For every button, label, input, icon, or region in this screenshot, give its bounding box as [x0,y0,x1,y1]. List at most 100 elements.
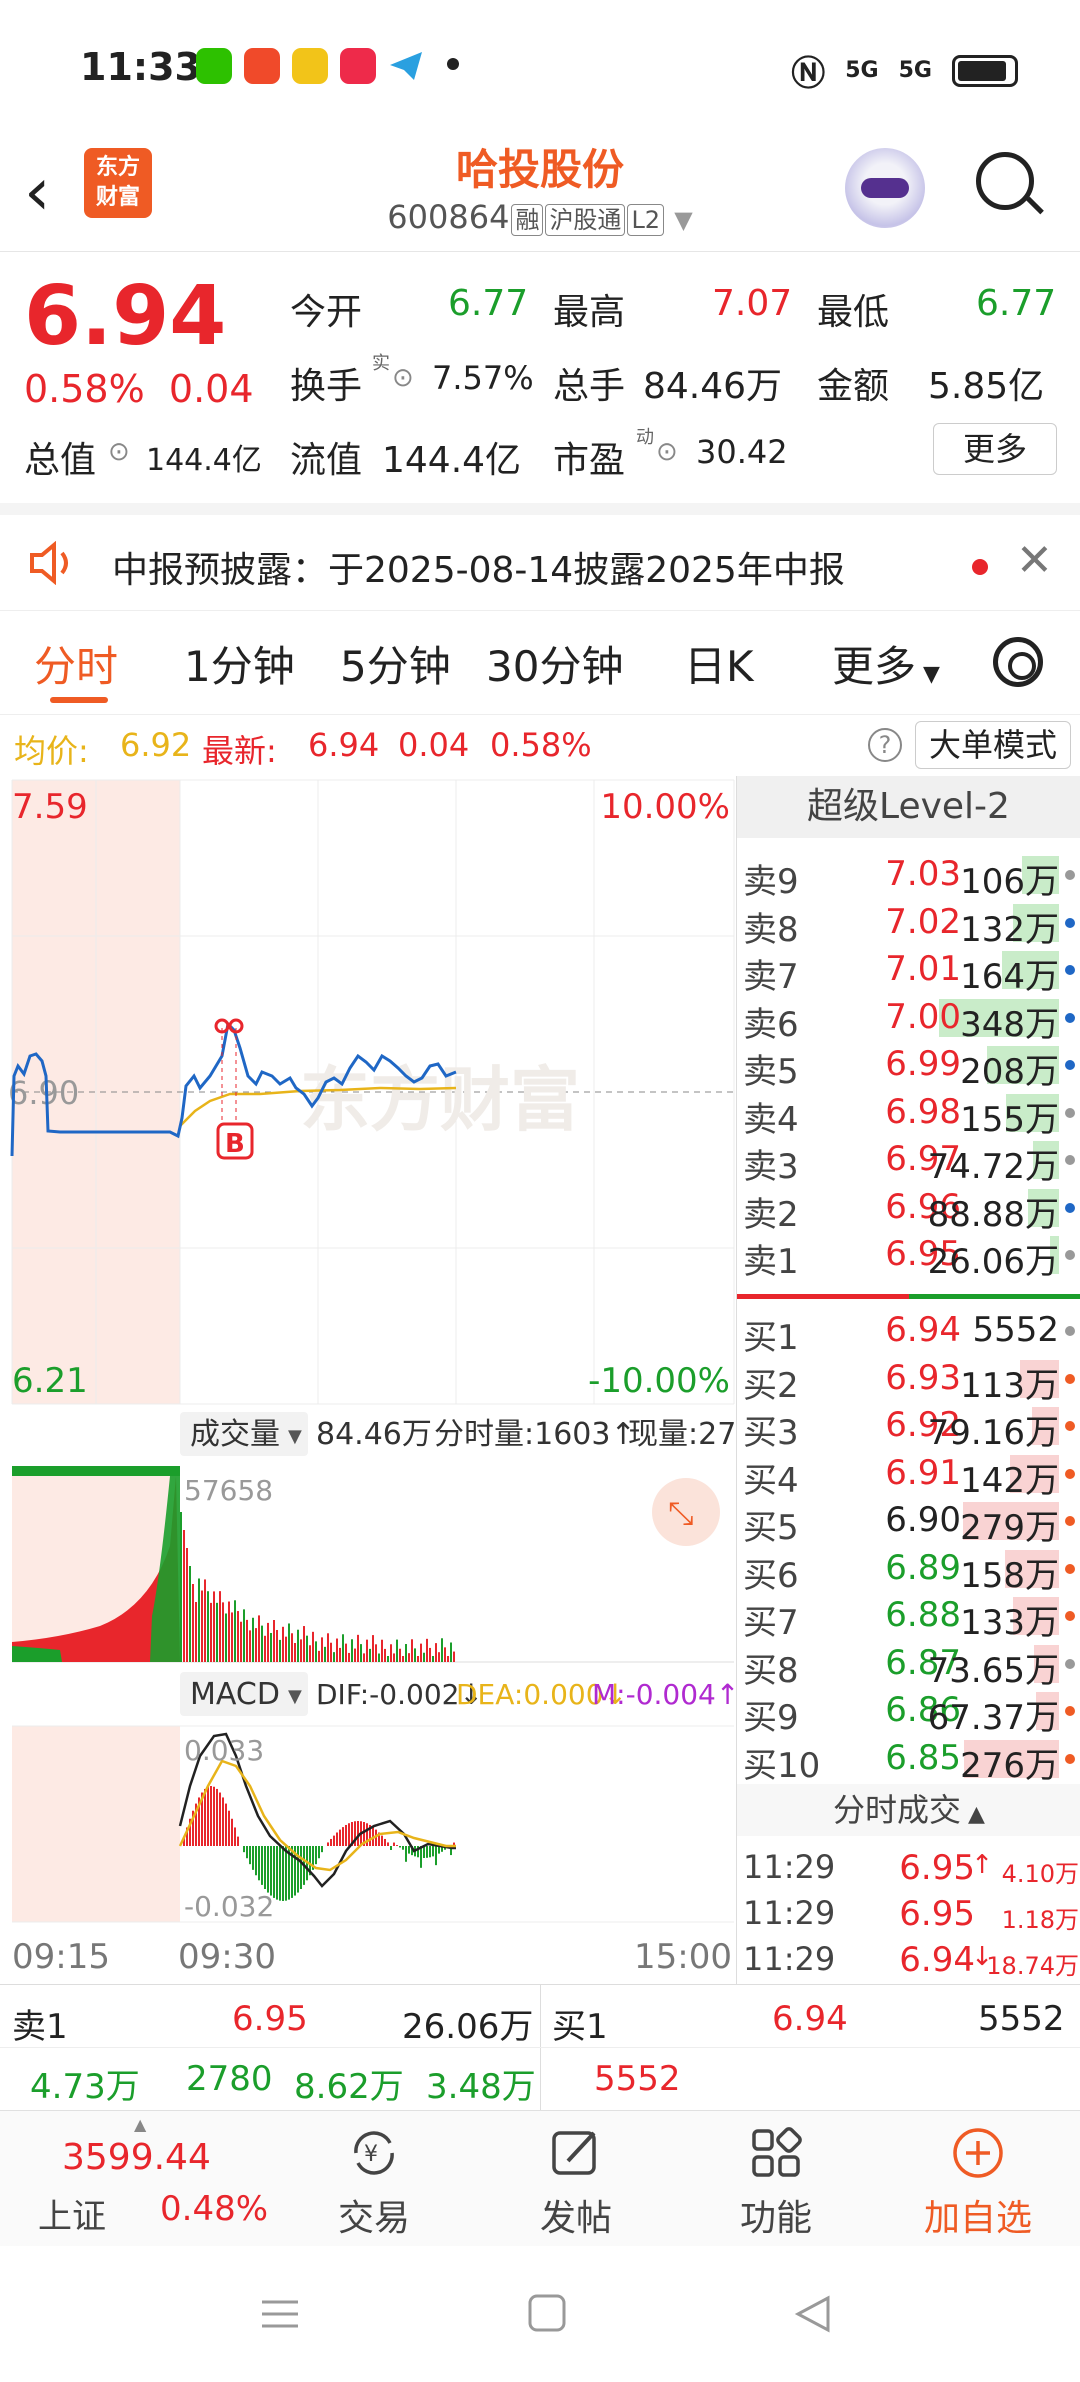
buy-level-price: 6.89 [885,1547,961,1588]
info-icon[interactable]: ⊙ [656,437,678,467]
index-ticker[interactable]: ▲ 3599.44 上证 0.48% [28,2111,268,2247]
help-icon[interactable]: ? [868,728,902,762]
assistant-robot-icon[interactable] [845,148,925,228]
macd-bar [318,1846,320,1859]
last-price: 6.94 [24,269,227,364]
sell-level-row[interactable]: 卖5 6.99 208万 [737,1040,1080,1092]
order-flag-dot [1065,1468,1075,1479]
buy-level-label: 买1 [743,1318,799,1358]
sell-level-row[interactable]: 卖6 7.00 348万 [737,993,1080,1045]
search-icon[interactable] [976,152,1034,210]
menu-nav-icon[interactable] [262,2300,298,2328]
macd-bar [333,1835,335,1846]
macd-bar [384,1838,386,1846]
order-flag-dot [1065,1250,1075,1260]
buy-level-row[interactable]: 买9 6.86 67.37万 [737,1686,1080,1738]
tick-volume: 1.18万 [1001,1906,1079,1934]
volume-bar [201,1590,203,1662]
volume-bars [180,1512,455,1662]
macd-bar [258,1846,260,1881]
buy-level-row[interactable]: 买10 6.85 276万 [737,1734,1080,1786]
home-nav-icon[interactable] [528,2294,566,2332]
volume-bar [261,1625,263,1662]
tab-intraday[interactable]: 分时 [34,633,118,694]
buy-level-row[interactable]: 买5 6.90 279万 [737,1496,1080,1548]
macd-bar [336,1832,338,1846]
macd-bar [381,1835,383,1846]
tab-daily-k[interactable]: 日K [684,633,754,694]
volume-bar [423,1652,425,1662]
add-watchlist-button[interactable]: 加自选 [878,2111,1078,2247]
sell-level-price: 7.03 [885,854,961,894]
latest-change: 0.04 [398,726,470,764]
sell-level-row[interactable]: 卖9 7.03 106万 [737,850,1080,902]
sell-level-volume: 348万 [960,1004,1059,1045]
volume-bar [339,1647,341,1662]
intraday-chart[interactable]: 东方财富 7.59 6.21 6.90 10.00% -10.00% B 成交量… [0,776,755,1984]
volume-bar [237,1611,239,1662]
buy-level-row[interactable]: 买2 6.93 113万 [737,1354,1080,1406]
back-nav-icon[interactable] [794,2295,830,2333]
telegram-icon [388,48,424,84]
sell-level-row[interactable]: 卖7 7.01 164万 [737,945,1080,997]
sell-level-row[interactable]: 卖8 7.02 132万 [737,898,1080,950]
buy-level-row[interactable]: 买8 6.87 73.65万 [737,1639,1080,1691]
big-order-mode-button[interactable]: 大单模式 [915,721,1071,769]
volume-bar [411,1639,413,1662]
volume-total: 84.46万 [316,1417,432,1452]
trade-tick-row: 11:29 6.95 ↑ 4.10万 [737,1844,1080,1892]
volume-bar [297,1629,299,1662]
tab-5min[interactable]: 5分钟 [340,633,451,694]
info-icon[interactable]: ⊙ [392,363,414,393]
buy-level-row[interactable]: 买3 6.92 79.16万 [737,1401,1080,1453]
macd-bar [396,1845,398,1846]
close-icon[interactable]: ✕ [1016,535,1053,586]
sell-level-row[interactable]: 卖3 6.97 74.72万 [737,1135,1080,1187]
sell-level-price: 7.02 [885,901,961,942]
trade-button[interactable]: ¥ 交易 [274,2111,474,2247]
features-button[interactable]: 功能 [676,2111,876,2247]
more-button[interactable]: 更多 [933,423,1057,475]
macd-bar [393,1842,395,1846]
buy-level-row[interactable]: 买1 6.94 5552 [737,1306,1080,1358]
info-icon[interactable]: ⊙ [108,437,130,467]
buy-level-volume: 67.37万 [927,1698,1059,1738]
announcement-bar[interactable]: 中报预披露：于2025-08-14披露2025年中报 ✕ [0,503,1080,611]
sell-level-row[interactable]: 卖4 6.98 155万 [737,1088,1080,1140]
volume-bar [348,1652,350,1662]
avg-value: 6.92 [120,726,192,764]
order-flag-dot [1065,1107,1075,1118]
sell-level-row[interactable]: 卖1 6.95 26.06万 [737,1230,1080,1282]
buy-level-row[interactable]: 买6 6.89 158万 [737,1544,1080,1596]
tab-1min[interactable]: 1分钟 [184,633,295,694]
trades-header[interactable]: 分时成交 ▲ [737,1784,1080,1836]
buy-level-label: 买9 [743,1698,799,1738]
macd-bar [339,1829,341,1846]
buy-level-row[interactable]: 买7 6.88 133万 [737,1591,1080,1643]
macd-bar [408,1846,410,1854]
volume-bar [432,1656,434,1662]
order-flag-dot [1065,1202,1075,1213]
volume-bar [336,1638,338,1662]
order-flag-dot [1065,1012,1075,1023]
macd-bar [216,1788,218,1846]
tab-30min[interactable]: 30分钟 [486,633,623,694]
volume-bar [282,1626,284,1662]
volume-bar [429,1647,431,1662]
post-button[interactable]: 发帖 [476,2111,676,2247]
buy-order-1: 5552 [594,2059,681,2099]
volume-bar [240,1621,242,1662]
system-nav-bar [0,2246,1080,2378]
float-value: 144.4亿 [382,440,522,481]
macd-bar [387,1842,389,1846]
volume-bar [420,1643,422,1662]
tab-more[interactable]: 更多 ▼ [832,633,940,694]
buy-level-volume: 79.16万 [927,1413,1059,1453]
volume-bar [441,1638,443,1662]
buy-level-row[interactable]: 买4 6.91 142万 [737,1449,1080,1501]
level2-title[interactable]: 超级Level-2 [737,776,1080,838]
volume-label: 总手 [553,366,626,407]
call-auction-zone [12,1726,180,1922]
settings-gear-icon[interactable] [993,637,1043,687]
sell-level-row[interactable]: 卖2 6.96 88.88万 [737,1183,1080,1235]
